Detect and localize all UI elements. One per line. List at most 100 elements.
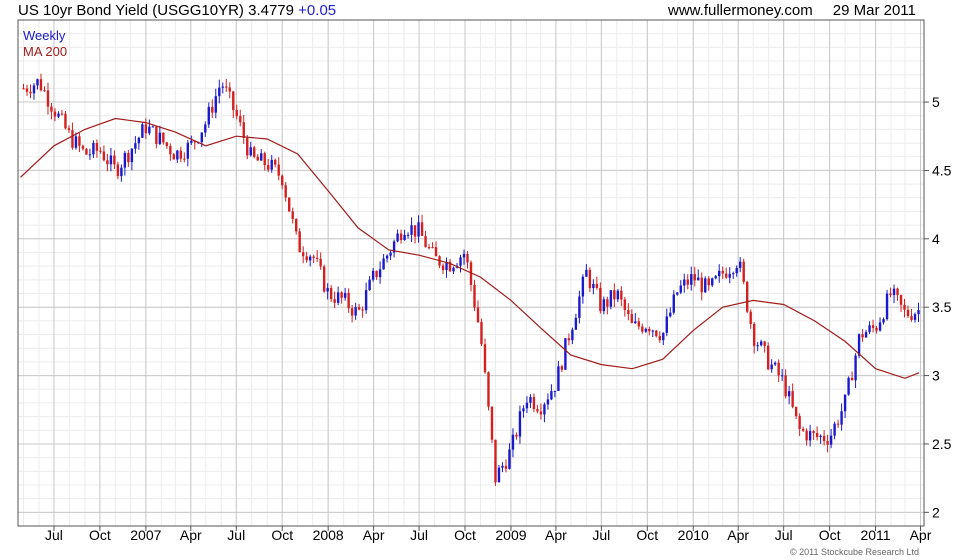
x-tick-label: Oct <box>454 527 476 543</box>
candle-body <box>878 322 882 331</box>
candle-body <box>801 428 805 431</box>
candle-body <box>539 411 543 415</box>
candle-body <box>431 247 434 249</box>
candle-body <box>378 269 382 278</box>
candle-body <box>745 281 749 312</box>
candle-body <box>253 147 256 157</box>
candle-body <box>648 328 651 332</box>
candle-body <box>707 278 710 286</box>
candle-body <box>95 142 99 151</box>
candle-body <box>560 366 564 370</box>
x-tick-label: Jul <box>45 527 63 543</box>
legend-ma-200: MA 200 <box>23 44 67 59</box>
candle-body <box>312 256 315 258</box>
candle-body <box>529 397 532 403</box>
candle-body <box>207 106 210 125</box>
x-tick-label: Oct <box>819 527 841 543</box>
candle-body <box>144 124 148 134</box>
candle-body <box>382 258 385 270</box>
candle-body <box>256 156 259 161</box>
candle-body <box>787 391 791 397</box>
candle-body <box>490 406 494 440</box>
candle-body <box>690 274 693 285</box>
candle-body <box>155 126 158 144</box>
y-tick-label: 3 <box>932 368 940 384</box>
candle-body <box>910 316 913 320</box>
x-tick-label: Apr <box>180 527 202 543</box>
candle-body <box>389 252 392 256</box>
candle-body <box>487 372 490 407</box>
x-tick-label: Apr <box>910 527 932 543</box>
candle-body <box>732 273 735 275</box>
candle-body <box>413 225 417 237</box>
candle-body <box>756 345 759 347</box>
candle-body <box>892 288 896 296</box>
candle-body <box>599 287 602 312</box>
candle-body <box>658 336 661 341</box>
candle-body <box>343 292 347 298</box>
candle-body <box>277 164 280 176</box>
candle-body <box>515 434 518 437</box>
candle-body <box>518 411 522 437</box>
candle-body <box>571 329 574 341</box>
candle-body <box>791 391 794 407</box>
candle-body <box>403 234 406 240</box>
candle-body <box>221 86 224 88</box>
candle-body <box>606 299 609 307</box>
y-tick-label: 4 <box>932 231 940 247</box>
candle-body <box>270 159 273 170</box>
candle-body <box>511 434 515 450</box>
candle-body <box>322 266 326 292</box>
candle-body <box>864 332 868 338</box>
candle-body <box>532 397 536 410</box>
candle-body <box>260 153 263 161</box>
candle-body <box>784 375 787 397</box>
candle-body <box>36 79 39 86</box>
candle-body <box>766 345 770 370</box>
candle-body <box>623 299 627 310</box>
candle-body <box>354 307 357 316</box>
y-tick-label: 5 <box>932 94 940 110</box>
candle-body <box>546 399 550 405</box>
candle-body <box>364 290 368 311</box>
candle-body <box>780 375 784 377</box>
candle-body <box>85 148 88 155</box>
candle-body <box>417 222 420 237</box>
candle-body <box>721 270 724 274</box>
candle-body <box>350 308 354 316</box>
candle-body <box>525 402 529 409</box>
candle-body <box>871 325 875 328</box>
candle-body <box>333 299 336 303</box>
candle-body <box>700 277 703 293</box>
candle-body <box>361 309 364 311</box>
candle-body <box>183 158 186 160</box>
candle-body <box>78 136 81 146</box>
x-tick-label: 2010 <box>678 527 709 543</box>
candle-body <box>267 165 270 170</box>
candle-body <box>315 257 319 259</box>
candle-body <box>99 150 102 152</box>
candle-body <box>441 265 445 271</box>
candle-body <box>763 341 766 346</box>
x-axis: Jul Oct 2007 Apr Jul Oct 2008 Apr Jul Oct 2009 Apr J… <box>45 526 932 543</box>
candle-body <box>847 377 850 395</box>
candle-body <box>581 276 585 297</box>
candle-body <box>550 391 553 400</box>
candle-body <box>190 140 193 143</box>
y-tick-label: 4.5 <box>932 162 952 178</box>
candle-body <box>305 256 308 261</box>
candle-body <box>459 257 462 266</box>
candle-body <box>770 364 773 370</box>
candle-body <box>630 314 634 324</box>
candle-body <box>854 355 857 381</box>
candle-body <box>819 435 822 438</box>
candle-body <box>697 277 700 281</box>
x-tick-label: 2007 <box>130 527 161 543</box>
candle-body <box>574 317 578 330</box>
candle-body <box>885 293 889 320</box>
candle-body <box>805 430 808 441</box>
candle-body <box>676 292 679 295</box>
candle-body <box>116 164 120 177</box>
candle-body <box>466 253 469 263</box>
candle-body <box>113 155 116 165</box>
